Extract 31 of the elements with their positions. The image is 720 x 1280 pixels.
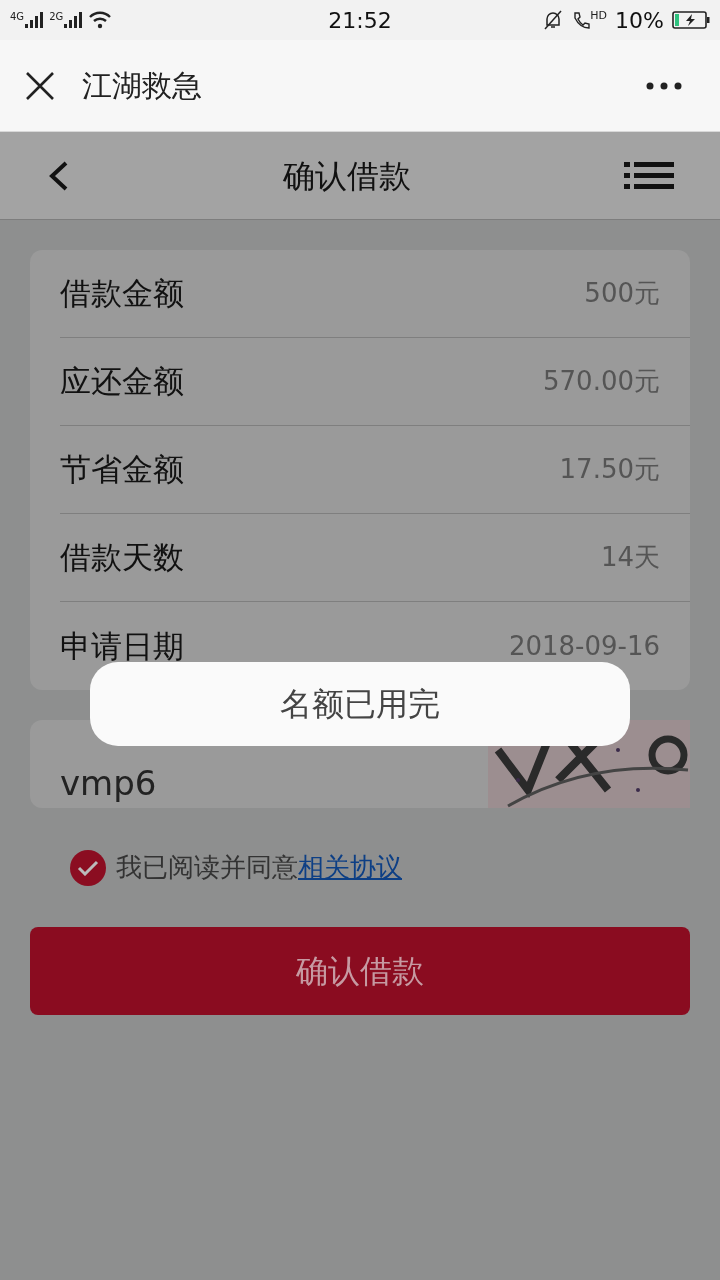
network-label: 2G xyxy=(49,12,64,22)
detail-label: 借款天数 xyxy=(60,538,184,578)
detail-value: 570.00元 xyxy=(543,365,660,398)
detail-label: 节省金额 xyxy=(60,450,184,490)
battery-percent: 10% xyxy=(615,6,664,35)
wifi-icon xyxy=(88,11,113,29)
detail-value: 2018-09-16 xyxy=(508,629,660,663)
detail-value: 14天 xyxy=(600,541,660,574)
check-icon xyxy=(77,859,99,876)
signal-icon xyxy=(64,12,83,28)
detail-value: 17.50元 xyxy=(559,453,660,486)
confirm-button[interactable]: 确认借款 xyxy=(30,927,690,1015)
more-icon[interactable] xyxy=(646,81,682,90)
toast: 名额已用完 xyxy=(90,662,630,746)
agree-checkbox[interactable] xyxy=(70,849,106,886)
detail-value: 500元 xyxy=(584,277,660,310)
detail-label: 借款金额 xyxy=(60,274,184,314)
browser-title: 江湖救急 xyxy=(82,67,202,105)
muted-bell-icon xyxy=(542,9,565,31)
agreement-text: 我已阅读并同意 xyxy=(116,852,298,882)
list-icon[interactable] xyxy=(624,161,674,190)
charging-battery-icon xyxy=(672,11,710,29)
agreement-link[interactable]: 相关协议 xyxy=(298,852,402,882)
network-label: 4G xyxy=(10,12,25,22)
phone-icon xyxy=(572,10,591,30)
detail-label: 应还金额 xyxy=(60,362,184,402)
signal-icon xyxy=(25,12,44,28)
clock: 21:52 xyxy=(328,6,392,35)
close-icon[interactable] xyxy=(24,69,56,102)
page-title: 确认借款 xyxy=(283,155,411,197)
hd-label: HD xyxy=(590,10,608,21)
